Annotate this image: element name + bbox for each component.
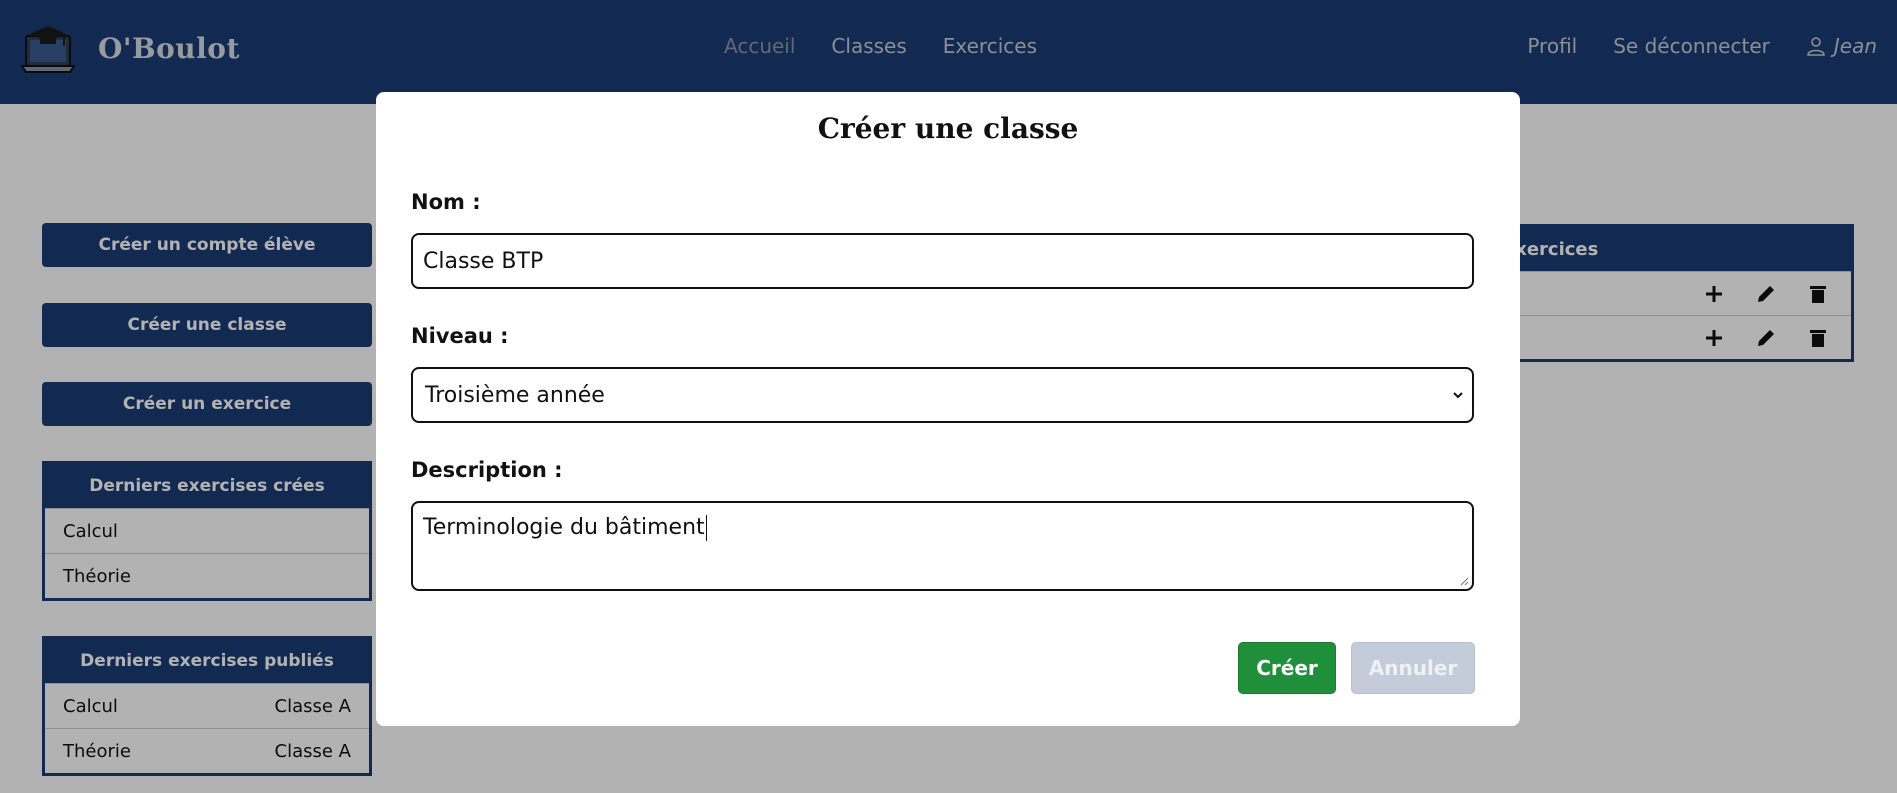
create-class-modal: Créer une classe Nom : Classe BTP Niveau… <box>376 92 1520 726</box>
nom-label: Nom : <box>411 190 481 214</box>
niveau-select-value: Troisième année <box>425 382 605 408</box>
nom-input-value: Classe BTP <box>423 248 544 274</box>
description-textarea[interactable]: Terminologie du bâtiment <box>411 501 1474 591</box>
nom-input[interactable]: Classe BTP <box>411 233 1474 289</box>
create-button[interactable]: Créer <box>1238 642 1336 694</box>
cancel-button[interactable]: Annuler <box>1351 642 1475 694</box>
niveau-label: Niveau : <box>411 324 509 348</box>
text-caret <box>705 515 707 541</box>
description-value: Terminologie du bâtiment <box>423 515 705 540</box>
modal-title: Créer une classe <box>817 112 1079 145</box>
resize-grip-icon[interactable] <box>1459 576 1469 586</box>
niveau-select[interactable]: Troisième année <box>411 367 1474 423</box>
chevron-down-icon <box>1453 392 1463 399</box>
description-label: Description : <box>411 458 563 482</box>
